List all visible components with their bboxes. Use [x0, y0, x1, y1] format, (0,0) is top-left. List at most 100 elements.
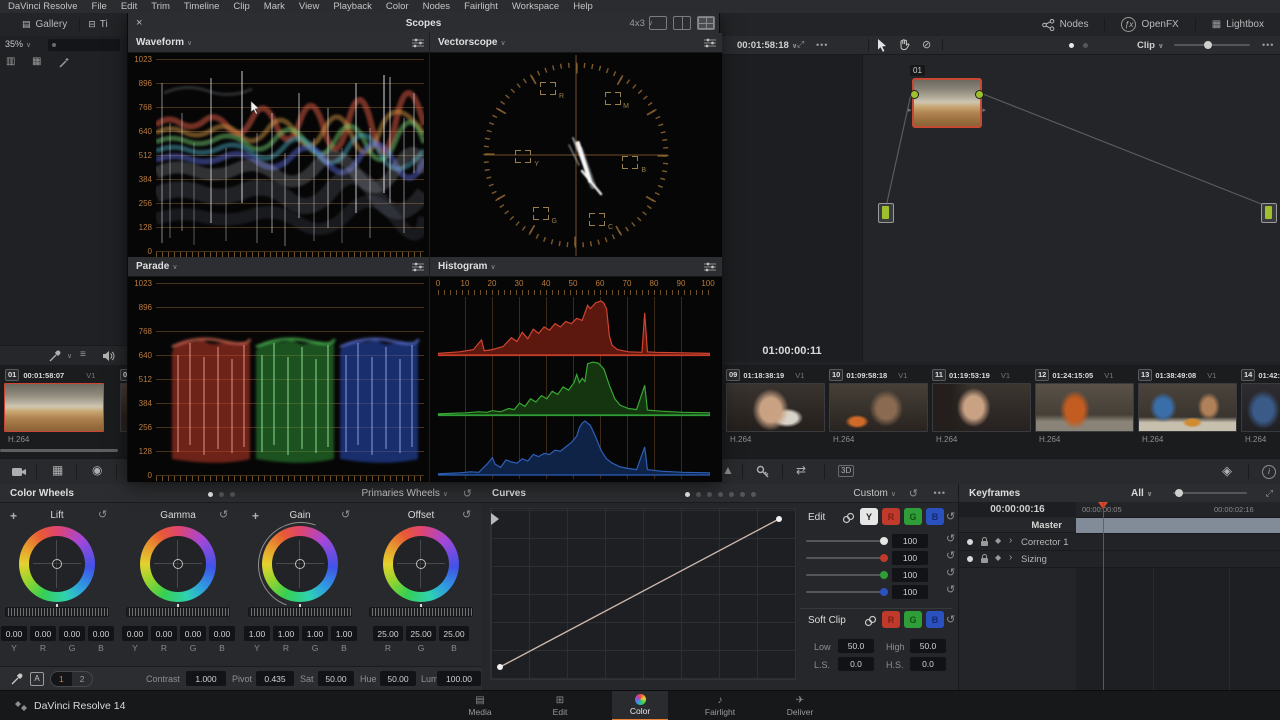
lift-reset-icon[interactable]: ↺	[98, 508, 107, 521]
b-gain-value[interactable]: 100	[892, 585, 928, 599]
page-dot[interactable]	[740, 492, 745, 497]
g-gain-value[interactable]: 100	[892, 568, 928, 582]
menu-item-view[interactable]: View	[299, 1, 319, 12]
slider-handle[interactable]	[1204, 41, 1212, 49]
keyframes-filter-select[interactable]: All∨	[1131, 488, 1152, 499]
curves-channel-y-button[interactable]: Y	[860, 508, 878, 525]
contrast-value[interactable]: 1.000	[186, 671, 226, 686]
node-options-icon[interactable]: •••	[1262, 40, 1274, 50]
gain-g-value[interactable]: 1.00	[302, 626, 328, 641]
page-dot[interactable]	[230, 492, 235, 497]
node-mode-select[interactable]: Clip∨	[1137, 40, 1164, 51]
camera-raw-icon[interactable]	[12, 466, 27, 477]
gain-wheel[interactable]	[262, 526, 338, 602]
menu-item-fairlight[interactable]: Fairlight	[464, 1, 498, 12]
node-page-dot-active[interactable]	[1069, 43, 1074, 48]
curves-mode-select[interactable]: Custom∨	[853, 488, 896, 499]
menu-item-help[interactable]: Help	[573, 1, 593, 12]
output-block[interactable]	[1261, 203, 1277, 223]
gain-wheel-handle[interactable]	[295, 559, 305, 569]
keyframe-diamond-icon[interactable]: ◆	[995, 553, 1001, 562]
offset-wheel[interactable]	[383, 526, 459, 602]
keyframes-track-area[interactable]	[1076, 568, 1280, 690]
lift-picker-icon[interactable]: +	[10, 509, 17, 523]
soft-clip-b-button[interactable]: B	[926, 611, 944, 628]
bypass-grades-icon[interactable]: ⊘	[922, 38, 931, 51]
track-master-bar[interactable]	[1076, 518, 1280, 534]
expand-caret-icon[interactable]: ›	[1009, 552, 1012, 563]
keyframes-zoom-slider[interactable]	[1173, 492, 1247, 494]
y-gain-slider[interactable]	[806, 540, 884, 542]
menu-item-mark[interactable]: Mark	[264, 1, 285, 12]
gamma-wheel-handle[interactable]	[173, 559, 183, 569]
source-input-block[interactable]	[878, 203, 894, 223]
expand-viewer-icon[interactable]: ⤢	[797, 39, 804, 50]
slider-handle[interactable]	[880, 571, 888, 579]
layout-quad-icon[interactable]	[697, 16, 715, 30]
page-dot[interactable]	[696, 492, 701, 497]
lift-wheel[interactable]	[19, 526, 95, 602]
curves-channel-b-button[interactable]: B	[926, 508, 944, 525]
track-enable-dot-icon[interactable]	[967, 556, 973, 562]
wipe-modes-icon[interactable]: ◈	[1222, 463, 1232, 479]
node-page-dot[interactable]	[1083, 43, 1088, 48]
offset-b-value[interactable]: 25.00	[439, 626, 469, 641]
g-gain-slider[interactable]	[806, 574, 884, 576]
gallery-zoom-select[interactable]: 35%∨	[5, 39, 31, 49]
page-dot-active[interactable]	[208, 492, 213, 497]
clip-thumbnail[interactable]	[932, 383, 1031, 432]
curve-graph[interactable]	[490, 508, 796, 680]
y-gain-value[interactable]: 100	[892, 534, 928, 548]
keyer-icon[interactable]	[756, 465, 770, 479]
menu-item-nodes[interactable]: Nodes	[423, 1, 450, 12]
soft-clip-g-button[interactable]: G	[904, 611, 922, 628]
low-value[interactable]: 50.0	[838, 639, 874, 653]
timeline-button[interactable]: ⊟ Ti	[88, 19, 108, 30]
link-channels-icon[interactable]	[842, 512, 855, 524]
soft-clip-reset-icon[interactable]: ↺	[946, 613, 955, 626]
node-output-port[interactable]	[975, 90, 984, 99]
magic-wand-icon[interactable]	[58, 57, 70, 69]
lift-master-slider[interactable]	[5, 607, 109, 617]
g-reset-icon[interactable]: ↺	[946, 566, 955, 579]
track-sizing-row[interactable]: ◆ › Sizing	[959, 551, 1280, 568]
eyedropper-icon[interactable]	[48, 350, 61, 363]
curves-channel-r-button[interactable]: R	[882, 508, 900, 525]
stills-stack-icon[interactable]: ≡	[80, 349, 86, 360]
b-reset-icon[interactable]: ↺	[946, 583, 955, 596]
high-value[interactable]: 50.0	[910, 639, 946, 653]
chevron-down-icon[interactable]: ∨	[187, 39, 192, 47]
clip-thumbnail[interactable]	[1138, 383, 1237, 432]
scopes-titlebar[interactable]: × Scopes 4x3∨	[128, 13, 719, 33]
gamma-master-slider[interactable]	[126, 607, 230, 617]
page-tab-edit[interactable]: ⊞ Edit	[532, 691, 588, 720]
curves-reset-icon[interactable]: ↺	[909, 487, 918, 500]
clip-thumbnail-selected[interactable]	[4, 383, 104, 432]
node-zoom-slider[interactable]	[1174, 44, 1250, 46]
track-master-label-cell[interactable]: Master	[959, 518, 1076, 533]
page-tab-fairlight[interactable]: ♪ Fairlight	[692, 691, 748, 720]
gamma-g-value[interactable]: 0.00	[180, 626, 206, 641]
gain-reset-icon[interactable]: ↺	[341, 508, 350, 521]
tracker-icon[interactable]: ▲	[722, 463, 734, 477]
speaker-icon[interactable]	[102, 350, 115, 362]
info-icon[interactable]: i	[1262, 465, 1276, 479]
clip-thumbnail[interactable]	[1035, 383, 1134, 432]
menu-item-workspace[interactable]: Workspace	[512, 1, 559, 12]
expand-panel-icon[interactable]: ⤢	[1266, 488, 1273, 499]
page-dot[interactable]	[729, 492, 734, 497]
r-gain-value[interactable]: 100	[892, 551, 928, 565]
page-dot[interactable]	[219, 492, 224, 497]
gamma-r-value[interactable]: 0.00	[151, 626, 177, 641]
b-gain-slider[interactable]	[806, 591, 884, 593]
track-corrector-row[interactable]: ◆ › Corrector 1	[959, 534, 1280, 551]
waveform-settings-icon[interactable]	[412, 38, 424, 48]
r-reset-icon[interactable]: ↺	[946, 549, 955, 562]
menu-item-timeline[interactable]: Timeline	[184, 1, 220, 12]
page-dot-active[interactable]	[685, 492, 690, 497]
menu-item-edit[interactable]: Edit	[121, 1, 137, 12]
clip-thumbnail[interactable]	[1241, 383, 1280, 432]
lum-mix-value[interactable]: 100.00	[437, 671, 481, 686]
gain-b-value[interactable]: 1.00	[331, 626, 357, 641]
vectorscope-settings-icon[interactable]	[704, 38, 716, 48]
